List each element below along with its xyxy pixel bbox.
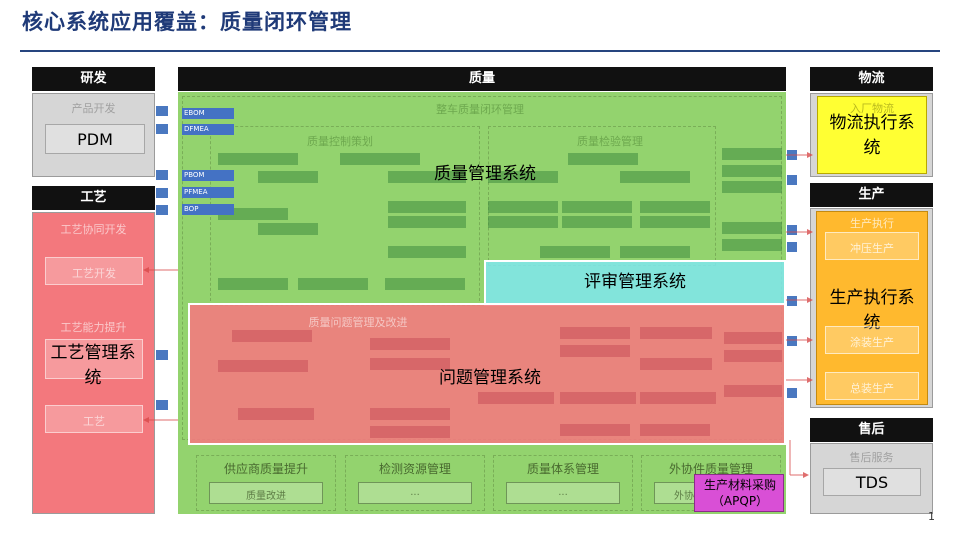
connector-lines — [143, 152, 813, 478]
page-number: 1 — [928, 510, 935, 523]
